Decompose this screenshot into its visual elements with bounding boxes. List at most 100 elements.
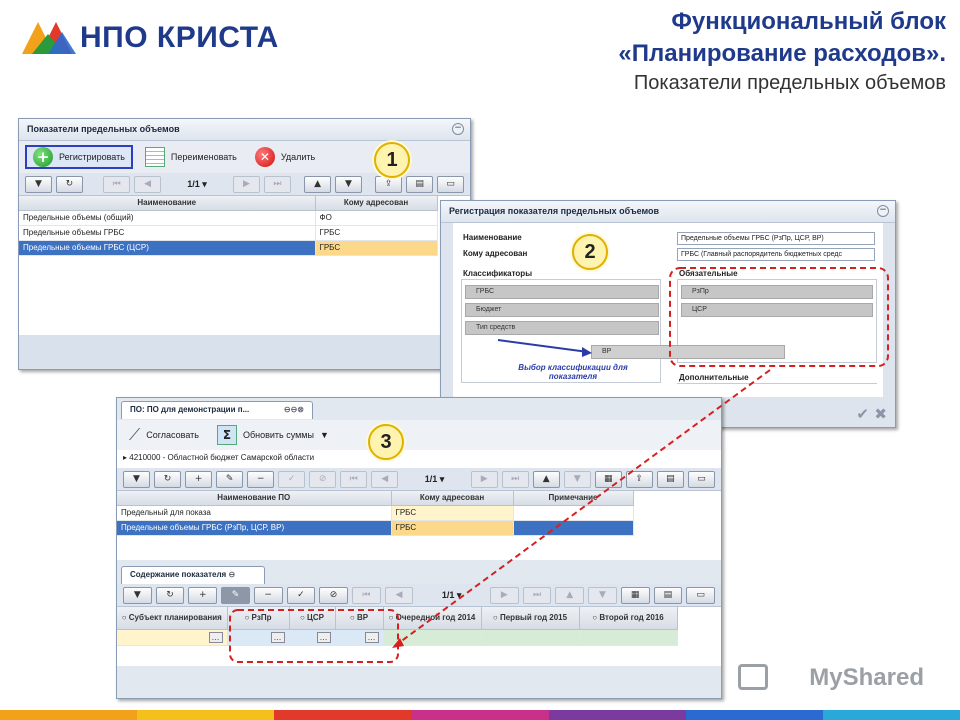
required-chip[interactable]: ЦСР [681,303,873,317]
classifier-chip[interactable]: Тип средств [465,321,659,335]
tab-controls-icon[interactable]: ⊖⊖⊗ [284,405,304,414]
page-indicator[interactable]: 1/1 ▾ [402,471,466,488]
move-up-button[interactable]: ▲ [532,470,560,488]
column-header-subject[interactable]: ○ Субъект планирования [117,607,228,630]
collapse-icon[interactable]: ⊖ [228,570,235,579]
table-row-selected[interactable]: Предельные объемы ГРБС (ЦСР) ГРБС [19,240,438,256]
required-chip[interactable]: РзПр [681,285,873,299]
comment-button[interactable]: ▭ [686,586,715,604]
approve-button[interactable]: ⟋ Согласовать [123,423,205,447]
page-indicator[interactable]: 1/1 ▾ [165,176,229,193]
prev-page-button[interactable]: ◀ [384,586,414,604]
edit-button[interactable]: ✎ [221,586,250,604]
next-page-button[interactable]: ▶ [233,175,260,193]
lookup-button[interactable]: … [316,631,331,643]
lookup-button[interactable]: … [364,631,379,643]
remove-button[interactable]: − [253,586,283,604]
last-page-button[interactable]: ⏭ [501,470,529,488]
column-header-vr[interactable]: ○ ВР [335,607,384,630]
comment-button[interactable]: ▭ [687,470,715,488]
table-row-editing[interactable]: … … … … [117,629,678,646]
cancel-button[interactable]: ⊘ [319,586,348,604]
column-header-addressee[interactable]: Кому адресован [315,196,438,211]
cell-subject[interactable]: … [117,629,228,646]
table-row-selected[interactable]: Предельные объемы ГРБС (РзПр, ЦСР, ВР) Г… [117,520,634,536]
save-button[interactable]: ✓ [286,586,316,604]
rename-button[interactable]: Переименовать [139,145,243,169]
filter-button[interactable]: ▼ [123,470,151,488]
sum-icon: Σ [216,425,237,445]
delete-button[interactable]: ✕ Удалить [249,145,321,169]
next-page-button[interactable]: ▶ [490,586,519,604]
document-tab[interactable]: ПО: ПО для демонстрации п... ⊖⊖⊗ [121,401,313,419]
table-row[interactable]: Предельные объемы (общий) ФО [19,210,438,226]
column-header-year-2016[interactable]: ○ Второй год 2016 [579,607,678,630]
remove-button[interactable]: − [247,470,275,488]
first-page-button[interactable]: ⏮ [340,470,368,488]
column-header-name[interactable]: Наименование [19,196,316,211]
import-button[interactable]: ⇪ [625,470,653,488]
last-page-button[interactable]: ⏭ [522,586,552,604]
table-row[interactable]: Предельные объемы ГРБС ГРБС [19,225,438,241]
content-navigation-bar: ▼ ↻ + ✎ − ✓ ⊘ ⏮ ◀ 1/1 ▾ ▶ ⏭ ▲ ▼ ▦ ▤ ▭ [117,584,721,606]
prev-page-button[interactable]: ◀ [134,175,162,193]
print-button[interactable]: ▦ [594,470,622,488]
lookup-button[interactable]: … [270,631,285,643]
column-header-note[interactable]: Примечание [513,491,634,506]
classifier-chip[interactable]: ГРБС [465,285,659,299]
dropdown-arrow-icon[interactable]: ▼ [320,430,329,440]
dragged-chip[interactable]: ВР [591,345,785,359]
refresh-button[interactable]: ↻ [155,586,185,604]
move-up-button[interactable]: ▲ [304,175,332,193]
filter-button[interactable]: ▼ [25,175,52,193]
column-header-year-2015[interactable]: ○ Первый год 2015 [481,607,580,630]
cell-csr[interactable]: … [289,629,336,646]
export-excel-button[interactable]: ▤ [653,586,683,604]
cell-year-2014[interactable] [383,629,482,646]
collapse-icon[interactable]: − [452,123,464,135]
cell-rzpr[interactable]: … [227,629,290,646]
page-indicator[interactable]: 1/1 ▾ [417,587,486,604]
confirm-check-icon[interactable]: ✔ [856,405,869,423]
move-down-button[interactable]: ▼ [588,586,617,604]
move-down-button[interactable]: ▼ [335,175,362,193]
add-button[interactable]: + [188,586,218,604]
cancel-button[interactable]: ⊘ [309,470,337,488]
collapse-icon[interactable]: − [877,205,889,217]
export-excel-button[interactable]: ▤ [656,470,684,488]
cancel-x-icon[interactable]: ✖ [874,405,887,423]
add-button[interactable]: + [185,470,213,488]
cell-year-2015[interactable] [481,629,580,646]
cell-vr[interactable]: … [335,629,384,646]
first-page-button[interactable]: ⏮ [351,586,381,604]
content-tab[interactable]: Содержание показателя ⊖ [121,566,265,584]
print-button[interactable]: ▦ [620,586,650,604]
column-header-name[interactable]: Наименование ПО [117,491,392,506]
column-header-csr[interactable]: ○ ЦСР [289,607,336,630]
update-sums-button[interactable]: Σ Обновить суммы ▼ [211,423,335,447]
table-row[interactable]: Предельный для показа ГРБС [117,505,634,521]
last-page-button[interactable]: ⏭ [263,175,291,193]
move-down-button[interactable]: ▼ [563,470,591,488]
refresh-button[interactable]: ↻ [154,470,182,488]
first-page-button[interactable]: ⏮ [103,175,131,193]
classifier-chip[interactable]: Бюджет [465,303,659,317]
column-header-year-2014[interactable]: ○ Очередной год 2014 [383,607,482,630]
comment-button[interactable]: ▭ [437,175,464,193]
column-header-addressee[interactable]: Кому адресован [391,491,514,506]
export-excel-button[interactable]: ▤ [406,175,434,193]
prev-page-button[interactable]: ◀ [371,470,399,488]
cell-year-2016[interactable] [579,629,678,646]
column-header-rzpr[interactable]: ○ РзПр [227,607,290,630]
save-button[interactable]: ✓ [278,470,306,488]
register-button[interactable]: + Регистрировать [25,145,133,169]
name-input[interactable]: Предельные объемы ГРБС (РзПр, ЦСР, ВР) [677,232,875,245]
refresh-button[interactable]: ↻ [55,175,83,193]
import-button[interactable]: ⇪ [375,175,403,193]
filter-button[interactable]: ▼ [123,586,152,604]
edit-button[interactable]: ✎ [216,470,244,488]
lookup-button[interactable]: … [208,631,223,643]
move-up-button[interactable]: ▲ [555,586,585,604]
next-page-button[interactable]: ▶ [470,470,498,488]
addressee-select[interactable]: ГРБС (Главный распорядитель бюджетных ср… [677,248,875,261]
